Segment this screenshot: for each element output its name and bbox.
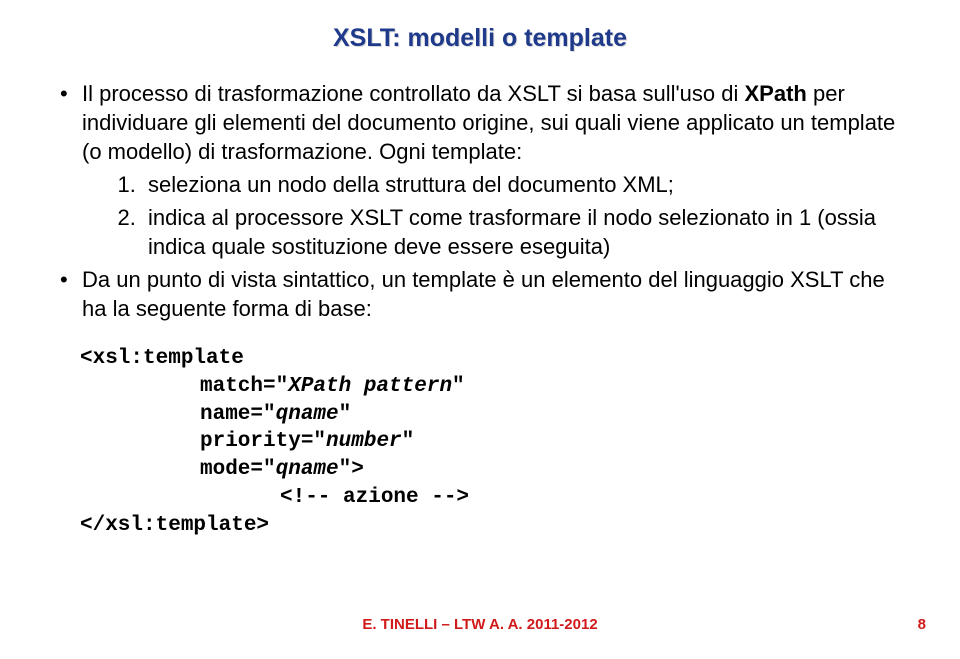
code-line-4: priority="number": [200, 428, 900, 456]
numbered-item-2: indica al processore XSLT come trasforma…: [142, 203, 900, 261]
code-line-2: match="XPath pattern": [200, 373, 900, 401]
code-l2c: ": [452, 375, 465, 398]
bullet-1-bold: XPath: [745, 81, 807, 106]
bullet-1-pre: Il processo di trasformazione controllat…: [82, 81, 745, 106]
code-l2b: XPath pattern: [288, 375, 452, 398]
code-block: <xsl:template match="XPath pattern" name…: [80, 345, 900, 539]
code-line-3: name="qname": [200, 401, 900, 429]
bullet-2: Da un punto di vista sintattico, un temp…: [60, 265, 900, 323]
code-l2a: match=": [200, 375, 288, 398]
bullet-list: Il processo di trasformazione controllat…: [60, 79, 900, 323]
code-l3b: qname: [276, 403, 339, 426]
code-l5b: qname: [276, 458, 339, 481]
code-l5a: mode=": [200, 458, 276, 481]
code-l3c: ": [339, 403, 352, 426]
slide-title: XSLT: modelli o template: [60, 24, 900, 53]
page-number: 8: [918, 616, 926, 633]
code-line-1: <xsl:template: [80, 345, 900, 373]
code-l4b: number: [326, 430, 402, 453]
numbered-list: seleziona un nodo della struttura del do…: [82, 170, 900, 261]
code-l5c: ">: [339, 458, 364, 481]
code-line-6: <!-- azione -->: [280, 484, 900, 512]
bullet-1: Il processo di trasformazione controllat…: [60, 79, 900, 261]
code-line-5: mode="qname">: [200, 456, 900, 484]
code-line-7: </xsl:template>: [80, 512, 900, 540]
numbered-item-1: seleziona un nodo della struttura del do…: [142, 170, 900, 199]
code-l4a: priority=": [200, 430, 326, 453]
code-l3a: name=": [200, 403, 276, 426]
code-l4c: ": [402, 430, 415, 453]
footer-text: E. TINELLI – LTW A. A. 2011-2012: [0, 616, 960, 633]
